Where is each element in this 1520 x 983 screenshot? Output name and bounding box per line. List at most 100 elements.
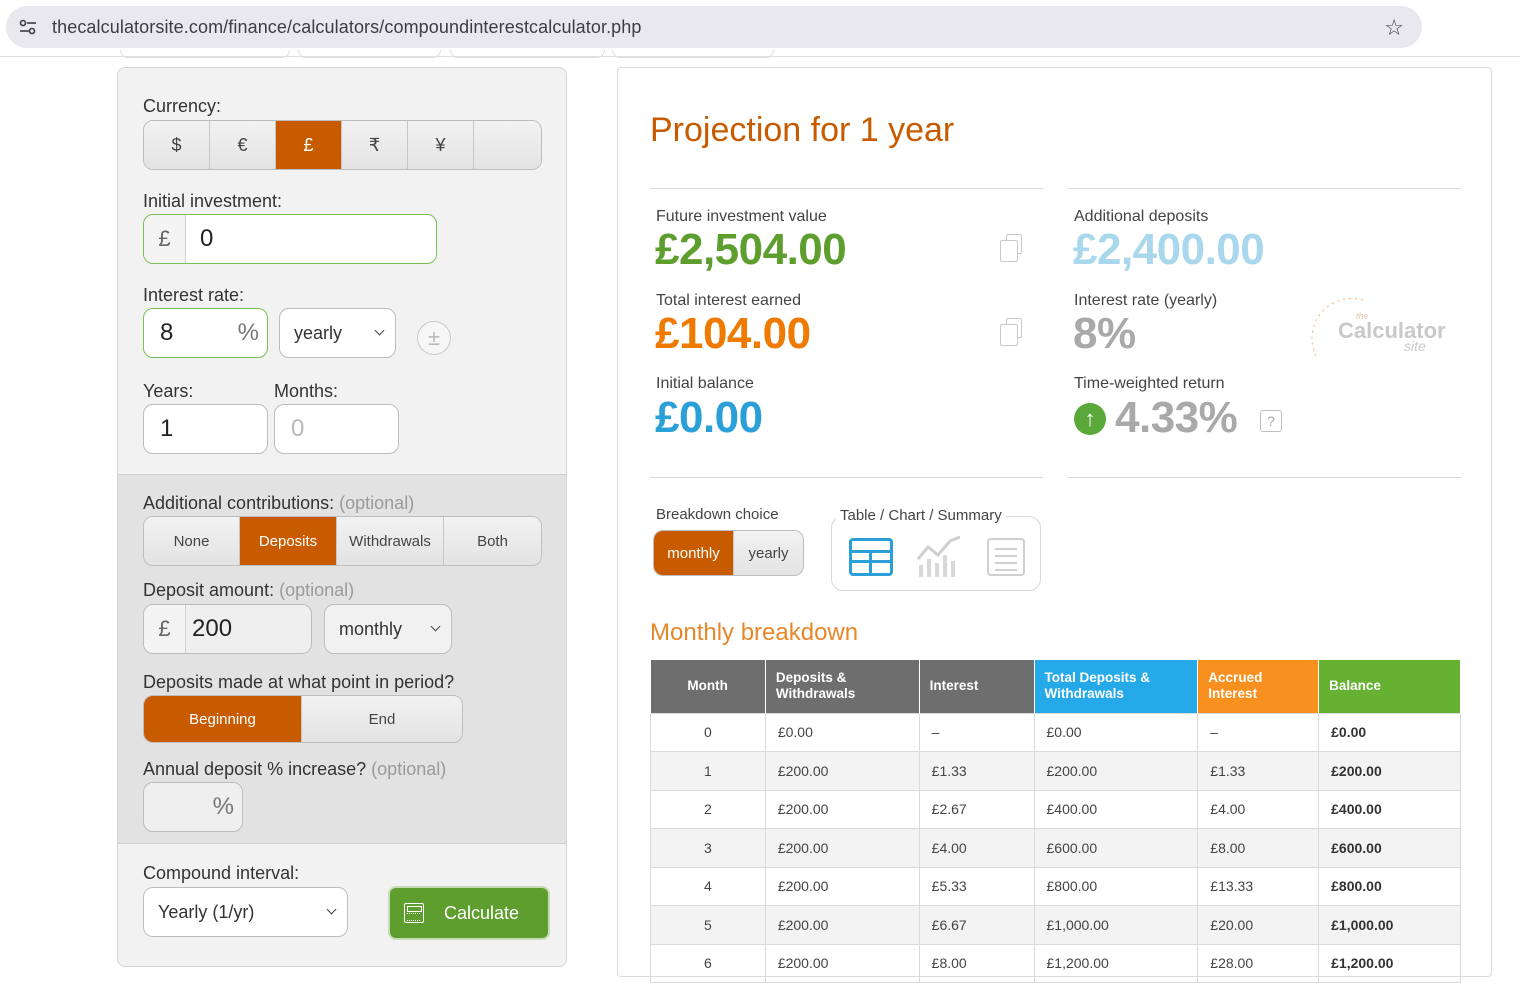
months-placeholder: 0 <box>291 415 305 442</box>
table-cell: £1,200.00 <box>1033 943 1199 983</box>
initial-investment-input[interactable]: £ 0 <box>143 214 437 264</box>
table-header-row: Month Deposits & Withdrawals Interest To… <box>650 660 1461 713</box>
currency-option[interactable]: ₹ <box>342 121 408 169</box>
table-cell: £1.33 <box>918 751 1035 791</box>
rate-period-value: yearly <box>294 322 343 343</box>
contribution-option[interactable]: Withdrawals <box>337 517 444 565</box>
annual-increase-label-text: Annual deposit % increase? <box>143 759 367 779</box>
site-settings-icon[interactable] <box>18 17 38 37</box>
table-cell: £400.00 <box>1318 789 1461 829</box>
copy-icon[interactable] <box>1000 234 1022 262</box>
months-input[interactable]: 0 <box>274 404 399 454</box>
bookmark-star-icon[interactable]: ☆ <box>1384 15 1404 41</box>
table-cell: £4.00 <box>918 828 1035 868</box>
table-cell: £8.00 <box>1197 828 1320 868</box>
copy-icon[interactable] <box>1000 318 1022 346</box>
deposit-frequency-select[interactable]: monthly <box>324 604 452 654</box>
projection-title: Projection for 1 year <box>650 111 955 149</box>
breakdown-table: Month Deposits & Withdrawals Interest To… <box>650 660 1461 983</box>
column-header-balance[interactable]: Balance <box>1318 660 1461 713</box>
initial-balance-value: £0.00 <box>655 393 763 442</box>
tab-ghost <box>450 50 605 58</box>
chevron-down-icon <box>326 904 337 915</box>
contribution-option[interactable]: Deposits <box>240 517 337 565</box>
rate-period-select[interactable]: yearly <box>279 308 396 358</box>
additional-deposits-label: Additional deposits <box>1074 208 1209 225</box>
deposit-amount-label-text: Deposit amount: <box>143 580 275 600</box>
table-cell: £13.33 <box>1197 866 1320 906</box>
deposit-point-selector: Beginning End <box>143 695 463 743</box>
table-cell: £28.00 <box>1197 943 1320 983</box>
table-view-icon[interactable] <box>849 538 893 576</box>
years-input[interactable]: 1 <box>143 404 268 454</box>
address-bar[interactable]: thecalculatorsite.com/finance/calculator… <box>6 6 1422 48</box>
initial-balance-label: Initial balance <box>656 375 754 392</box>
table-cell: £8.00 <box>918 943 1035 983</box>
contributions-selector: None Deposits Withdrawals Both <box>143 516 542 566</box>
compound-interval-value: Yearly (1/yr) <box>158 901 255 922</box>
contribution-option[interactable]: None <box>144 517 240 565</box>
table-cell: £0.00 <box>1033 712 1199 752</box>
view-selector-label: Table / Chart / Summary <box>836 507 1006 524</box>
divider <box>650 477 1043 478</box>
optional-hint: (optional) <box>339 493 415 513</box>
currency-prefix: £ <box>144 605 186 653</box>
percent-suffix: % <box>212 793 234 820</box>
table-row: 6 £200.00 £8.00 £1,200.00 £28.00 £1,200.00 <box>650 943 1461 983</box>
deposit-point-option[interactable]: Beginning <box>144 696 302 742</box>
currency-option[interactable] <box>474 121 541 169</box>
divider <box>1068 477 1461 478</box>
help-icon[interactable]: ? <box>1260 410 1282 432</box>
currency-option[interactable]: € <box>210 121 276 169</box>
years-label: Years: <box>143 381 194 401</box>
table-cell: – <box>1197 712 1320 752</box>
annual-increase-input[interactable]: % <box>143 782 243 832</box>
logo-main-text: Calculator <box>1338 318 1446 343</box>
breakdown-choice-label: Breakdown choice <box>656 506 779 523</box>
table-row: 3 £200.00 £4.00 £600.00 £8.00 £600.00 <box>650 828 1461 868</box>
calculate-button[interactable]: Calculate <box>390 888 548 938</box>
tab-ghost <box>298 50 441 58</box>
table-row: 0 £0.00– £0.00– £0.00 <box>650 712 1461 752</box>
divider <box>1068 188 1461 189</box>
deposit-frequency-value: monthly <box>339 618 403 639</box>
breakdown-title: Monthly breakdown <box>650 619 859 646</box>
table-cell: £200.00 <box>1033 751 1199 791</box>
plus-minus-icon[interactable]: ± <box>417 321 451 355</box>
column-header-total-deposits[interactable]: Total Deposits & Withdrawals <box>1034 660 1199 713</box>
compound-interval-select[interactable]: Yearly (1/yr) <box>143 887 348 937</box>
currency-option[interactable]: £ <box>276 121 342 169</box>
column-header-accrued-interest[interactable]: Accrued Interest <box>1197 660 1320 713</box>
table-cell: £200.00 <box>1318 751 1461 791</box>
table-cell: £400.00 <box>1033 789 1199 829</box>
column-header-deposits[interactable]: Deposits & Withdrawals <box>765 660 920 713</box>
deposit-amount-value: 200 <box>192 615 233 642</box>
interest-rate-value: 8 <box>160 319 174 346</box>
currency-label: Currency: <box>143 96 222 116</box>
breakdown-choice-option[interactable]: monthly <box>654 531 734 575</box>
breakdown-choice-option[interactable]: yearly <box>734 531 803 575</box>
deposit-point-option[interactable]: End <box>302 696 462 742</box>
interest-rate-input[interactable]: 8 % <box>143 308 268 358</box>
deposit-amount-input[interactable]: £ 200 <box>143 604 312 654</box>
column-header-interest[interactable]: Interest <box>919 660 1035 713</box>
interest-rate-yearly-label: Interest rate (yearly) <box>1074 292 1218 309</box>
table-cell: 6 <box>650 943 766 983</box>
table-cell: £200.00 <box>764 751 920 791</box>
summary-view-icon[interactable] <box>987 538 1025 576</box>
calculator-site-logo: the Calculator site <box>1296 296 1451 361</box>
logo-site-text: site <box>1404 338 1426 354</box>
table-cell: £600.00 <box>1318 828 1461 868</box>
calculate-label: Calculate <box>444 902 520 923</box>
chart-view-icon[interactable] <box>916 535 962 577</box>
contribution-option[interactable]: Both <box>444 517 541 565</box>
table-cell: £6.67 <box>918 905 1035 945</box>
initial-investment-value: 0 <box>200 225 214 252</box>
table-cell: £1,000.00 <box>1033 905 1199 945</box>
table-cell: £2.67 <box>918 789 1035 829</box>
table-row: 2 £200.00 £2.67 £400.00 £4.00 £400.00 <box>650 789 1461 829</box>
currency-option[interactable]: $ <box>144 121 210 169</box>
currency-option[interactable]: ¥ <box>408 121 474 169</box>
column-header-month[interactable]: Month <box>650 660 766 713</box>
url-text[interactable]: thecalculatorsite.com/finance/calculator… <box>52 17 642 38</box>
